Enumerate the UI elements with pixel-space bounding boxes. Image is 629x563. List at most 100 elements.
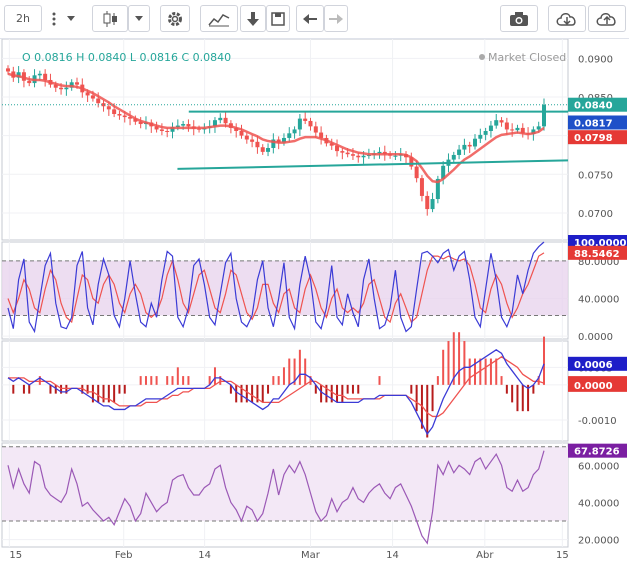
redo-icon[interactable] bbox=[324, 5, 348, 32]
more-vertical-icon[interactable] bbox=[44, 5, 64, 32]
y-tick-label: 40.0000 bbox=[578, 295, 619, 306]
candle-body bbox=[457, 149, 462, 155]
y-tick-label: 60.0000 bbox=[578, 461, 619, 472]
indicators-icon[interactable] bbox=[200, 5, 238, 32]
y-tick-label: 20.0000 bbox=[578, 536, 619, 547]
candle-body bbox=[499, 120, 504, 123]
status-dot bbox=[479, 54, 485, 60]
interval-label: 2h bbox=[16, 12, 30, 25]
candle-body bbox=[313, 126, 318, 133]
candle-body bbox=[239, 130, 244, 136]
candle-body bbox=[340, 151, 345, 153]
candle-body bbox=[244, 135, 249, 140]
candle-body bbox=[510, 129, 515, 131]
x-tick-label: 14 bbox=[198, 550, 211, 561]
camera-icon[interactable] bbox=[500, 5, 538, 32]
candle-body bbox=[419, 178, 424, 196]
price-label-text: 67.8726 bbox=[574, 447, 620, 458]
candle-body bbox=[117, 113, 122, 116]
gear-icon[interactable] bbox=[160, 5, 190, 32]
x-tick-label: Mar bbox=[301, 550, 321, 561]
candle-body bbox=[308, 120, 313, 127]
candle-body bbox=[504, 122, 509, 130]
cloud-upload-icon[interactable] bbox=[588, 5, 626, 32]
x-tick-label: Abr bbox=[476, 550, 494, 561]
candle-body bbox=[356, 155, 361, 158]
cloud-download-icon[interactable] bbox=[548, 5, 586, 32]
candle-body bbox=[287, 133, 292, 138]
candle-body bbox=[181, 124, 186, 126]
save-icon[interactable] bbox=[266, 5, 290, 32]
chevron-down-icon[interactable] bbox=[62, 5, 80, 32]
price-label-text: 0.0798 bbox=[574, 133, 613, 144]
candle-body bbox=[488, 125, 493, 131]
candle-body bbox=[345, 152, 350, 155]
candle-body bbox=[292, 129, 297, 134]
candle-body bbox=[451, 154, 456, 160]
candle-body bbox=[218, 117, 223, 121]
chart-type-button[interactable] bbox=[92, 5, 128, 32]
y-tick-label: 0.0900 bbox=[578, 54, 613, 65]
candle-body bbox=[303, 118, 308, 121]
candle-body bbox=[90, 95, 95, 99]
toolbar: 2h bbox=[0, 0, 629, 39]
x-tick-label: 15 bbox=[9, 550, 22, 561]
y-tick-label: 0.0750 bbox=[578, 170, 613, 181]
price-label-text: 0.0006 bbox=[574, 360, 613, 371]
candle-body bbox=[85, 92, 90, 96]
candle-body bbox=[59, 87, 64, 90]
x-tick-label: 15 bbox=[556, 550, 569, 561]
candle-body bbox=[266, 148, 271, 152]
candle-body bbox=[483, 130, 488, 135]
y-tick-label: 0.0000 bbox=[578, 332, 613, 343]
candle-body bbox=[64, 87, 69, 90]
price-label-text: 0.0840 bbox=[574, 101, 613, 112]
candle-body bbox=[414, 166, 419, 179]
candle-body bbox=[536, 126, 541, 130]
candle-body bbox=[473, 138, 478, 147]
candle-body bbox=[297, 118, 302, 130]
candle-body bbox=[37, 73, 42, 76]
candle-body bbox=[350, 154, 355, 156]
candle-body bbox=[112, 109, 117, 114]
candle-body bbox=[223, 117, 228, 124]
candle-body bbox=[361, 155, 366, 158]
band-fill bbox=[2, 446, 568, 521]
ohlc-readout: O 0.0816 H 0.0840 L 0.0816 C 0.0840 bbox=[22, 51, 231, 64]
candle-body bbox=[542, 104, 546, 127]
candle-body bbox=[106, 106, 111, 110]
candle-body bbox=[393, 155, 398, 157]
interval-selector[interactable]: 2h bbox=[4, 5, 42, 32]
candle-body bbox=[186, 124, 191, 127]
candle-body bbox=[250, 139, 255, 142]
undo-icon[interactable] bbox=[296, 5, 324, 32]
y-tick-label: 40.0000 bbox=[578, 498, 619, 509]
market-status: Market Closed bbox=[488, 51, 566, 64]
y-tick-label: -0.0010 bbox=[578, 416, 617, 427]
candle-body bbox=[515, 127, 520, 131]
candle-body bbox=[494, 120, 499, 126]
x-tick-label: Feb bbox=[115, 550, 133, 561]
candlestick-icon bbox=[103, 10, 117, 27]
candle-body bbox=[159, 129, 164, 131]
price-label-text: 0.0817 bbox=[574, 118, 613, 129]
candle-body bbox=[96, 98, 101, 104]
candle-body bbox=[6, 68, 10, 72]
candle-body bbox=[122, 115, 127, 118]
candle-body bbox=[165, 130, 170, 132]
chart-type-dropdown[interactable] bbox=[128, 5, 150, 32]
candle-body bbox=[425, 195, 430, 210]
candle-body bbox=[255, 141, 260, 148]
candle-body bbox=[43, 73, 48, 80]
candle-body bbox=[260, 147, 265, 152]
y-tick-label: 0.0700 bbox=[578, 209, 613, 220]
candle-body bbox=[478, 134, 483, 139]
price-label-text: 0.0000 bbox=[574, 381, 613, 392]
candle-body bbox=[430, 199, 435, 210]
chart-area[interactable]: 15Feb14Mar14Abr150.09000.08500.08000.075… bbox=[0, 39, 629, 563]
download-icon[interactable] bbox=[240, 5, 266, 32]
candle-body bbox=[74, 82, 79, 85]
price-label-text: 88.5462 bbox=[574, 249, 620, 260]
candle-body bbox=[462, 144, 467, 150]
candle-body bbox=[27, 80, 32, 84]
